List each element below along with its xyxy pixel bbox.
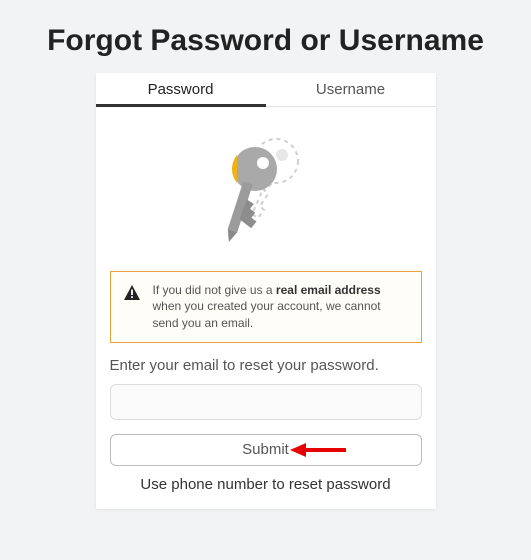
submit-row: Submit — [110, 434, 422, 466]
warning-box: If you did not give us a real email addr… — [110, 271, 422, 343]
tab-bar: Password Username — [96, 73, 436, 107]
warning-text-pre: If you did not give us a — [153, 283, 276, 297]
page-title: Forgot Password or Username — [0, 0, 531, 73]
prompt-text: Enter your email to reset your password. — [110, 357, 422, 374]
warning-text-bold: real email address — [276, 283, 381, 297]
key-illustration — [110, 125, 422, 257]
warning-text-post: when you created your account, we cannot… — [153, 299, 381, 330]
warning-text: If you did not give us a real email addr… — [153, 282, 409, 332]
warning-icon — [123, 284, 141, 302]
card-body: If you did not give us a real email addr… — [96, 107, 436, 509]
tab-password[interactable]: Password — [96, 73, 266, 107]
forgot-card: Password Username — [96, 73, 436, 509]
key-icon — [201, 131, 331, 251]
tab-username[interactable]: Username — [266, 73, 436, 107]
submit-button[interactable]: Submit — [110, 434, 422, 466]
use-phone-link[interactable]: Use phone number to reset password — [110, 476, 422, 493]
email-input[interactable] — [110, 384, 422, 420]
